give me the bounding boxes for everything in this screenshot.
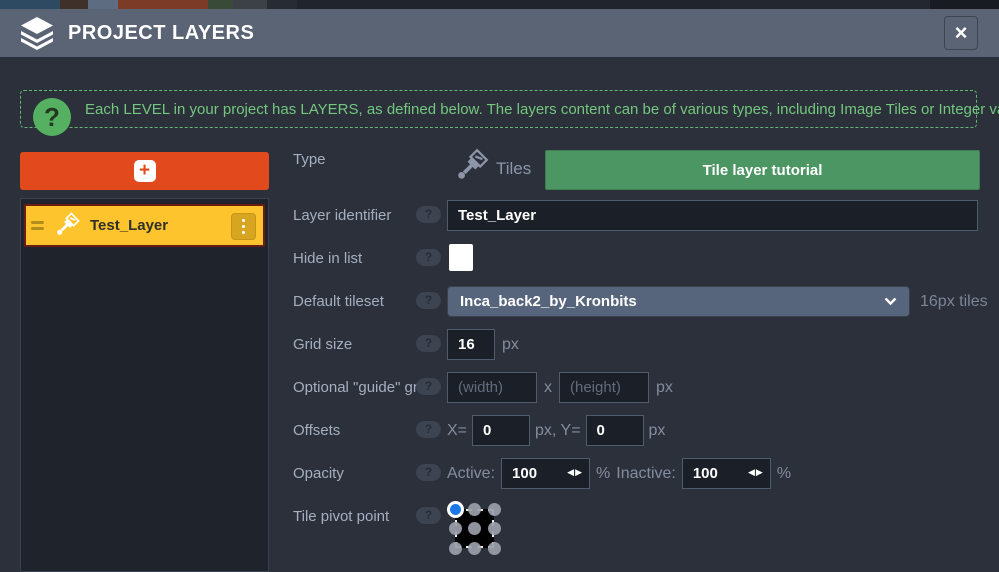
pivot-point-bottom-right[interactable] xyxy=(488,542,501,555)
layer-list: Test_Layer xyxy=(20,198,269,572)
type-label: Type xyxy=(293,151,326,168)
help-badge-pivot[interactable]: ? xyxy=(416,507,441,524)
pivot-point-bottom-center[interactable] xyxy=(468,542,481,555)
opacity-inactive-label: Inactive: xyxy=(616,465,676,483)
tiles-brush-icon xyxy=(51,211,81,241)
opacity-active-label: Active: xyxy=(447,465,495,483)
guide-grid-separator: x xyxy=(544,379,552,397)
pivot-point-top-right[interactable] xyxy=(488,503,501,516)
stepper-arrows-icon[interactable]: ◀▶ xyxy=(567,467,583,478)
offset-separator: px, Y= xyxy=(535,422,581,440)
pivot-point-center[interactable] xyxy=(468,522,481,535)
help-badge-tileset[interactable]: ? xyxy=(416,292,441,309)
layers-icon xyxy=(18,16,56,50)
hide-in-list-label: Hide in list xyxy=(293,250,362,267)
chevron-down-icon xyxy=(884,297,897,306)
opacity-inactive-unit: % xyxy=(777,465,791,483)
grid-size-unit: px xyxy=(502,336,519,354)
default-tileset-value: Inca_back2_by_Kronbits xyxy=(460,293,637,310)
default-tileset-select[interactable]: Inca_back2_by_Kronbits xyxy=(447,286,910,317)
drag-handle[interactable] xyxy=(31,218,44,233)
tile-pivot-label: Tile pivot point xyxy=(293,508,389,525)
offsets-label: Offsets xyxy=(293,422,340,439)
grid-size-input[interactable] xyxy=(447,329,495,360)
background-apps-strip xyxy=(0,0,999,9)
grid-size-label: Grid size xyxy=(293,336,352,353)
help-badge-guide-grid[interactable]: ? xyxy=(416,378,441,395)
pivot-point-top-left[interactable] xyxy=(447,501,464,518)
layer-identifier-label: Layer identifier xyxy=(293,207,391,224)
stepper-arrows-icon[interactable]: ◀▶ xyxy=(748,467,764,478)
opacity-active-unit: % xyxy=(596,465,610,483)
close-button[interactable]: × xyxy=(944,16,978,50)
info-banner-text: Each LEVEL in your project has LAYERS, a… xyxy=(85,101,999,118)
guide-grid-label: Optional "guide" grid xyxy=(293,379,430,396)
offset-unit: px xyxy=(649,422,666,440)
layer-item-label: Test_Layer xyxy=(90,217,168,234)
pivot-point-top-center[interactable] xyxy=(468,503,481,516)
plus-icon: + xyxy=(134,160,156,182)
pivot-point-middle-left[interactable] xyxy=(449,522,462,535)
guide-grid-height-input[interactable] xyxy=(559,372,649,403)
dialog-header: PROJECT LAYERS xyxy=(0,9,999,57)
help-badge-offsets[interactable]: ? xyxy=(416,421,441,438)
help-badge-hide[interactable]: ? xyxy=(416,249,441,266)
tile-layer-tutorial-button[interactable]: Tile layer tutorial xyxy=(545,150,980,190)
tiles-brush-icon xyxy=(450,147,490,187)
layer-type-value: Tiles xyxy=(496,159,531,179)
project-layers-dialog: PROJECT LAYERS × ? Each LEVEL in your pr… xyxy=(0,0,999,572)
opacity-label: Opacity xyxy=(293,465,344,482)
default-tileset-label: Default tileset xyxy=(293,293,384,310)
hide-in-list-checkbox[interactable] xyxy=(449,244,473,271)
offset-x-input[interactable] xyxy=(472,415,530,446)
info-banner: ? Each LEVEL in your project has LAYERS,… xyxy=(20,90,977,128)
guide-grid-unit: px xyxy=(656,379,673,397)
layer-identifier-input[interactable] xyxy=(447,200,978,231)
pivot-point-middle-right[interactable] xyxy=(488,522,501,535)
tileset-size-text: 16px tiles xyxy=(920,293,988,311)
pivot-point-bottom-left[interactable] xyxy=(449,542,462,555)
help-circle-icon: ? xyxy=(33,98,71,136)
help-badge-opacity[interactable]: ? xyxy=(416,464,441,481)
help-badge-identifier[interactable]: ? xyxy=(416,206,441,223)
tile-pivot-widget xyxy=(447,501,509,559)
help-badge-grid-size[interactable]: ? xyxy=(416,335,441,352)
offset-y-input[interactable] xyxy=(586,415,644,446)
layer-list-item-test-layer[interactable]: Test_Layer xyxy=(24,204,265,247)
page-title: PROJECT LAYERS xyxy=(68,22,254,45)
add-layer-button[interactable]: + xyxy=(20,152,269,190)
layer-context-menu-button[interactable] xyxy=(231,213,256,240)
close-icon: × xyxy=(955,20,968,45)
offset-x-prefix: X= xyxy=(447,422,467,440)
guide-grid-width-input[interactable] xyxy=(447,372,537,403)
